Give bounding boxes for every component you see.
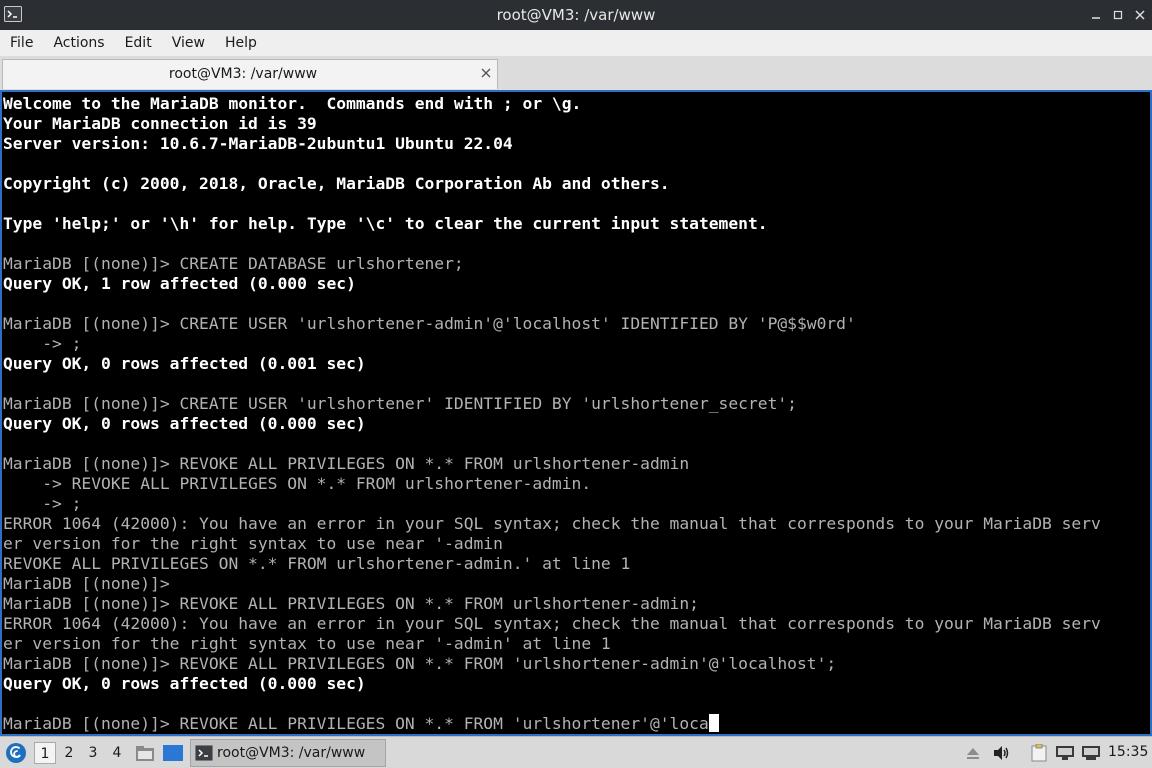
close-icon[interactable]: [479, 66, 493, 80]
taskbar-task-terminal[interactable]: root@VM3: /var/www: [190, 739, 386, 767]
terminal-line-text: MariaDB [(none)]> REVOKE ALL PRIVILEGES …: [3, 594, 699, 613]
terminal-line-text: MariaDB [(none)]> CREATE USER 'urlshorte…: [3, 314, 856, 333]
terminal-line-text: Server version: 10.6.7-MariaDB-2ubuntu1 …: [3, 134, 513, 153]
terminal-line-text: REVOKE ALL PRIVILEGES ON *.* FROM urlsho…: [3, 554, 631, 573]
minimize-icon[interactable]: [1088, 7, 1104, 23]
terminal-line: ERROR 1064 (42000): You have an error in…: [3, 514, 1143, 534]
terminal-line-text: Welcome to the MariaDB monitor. Commands…: [3, 94, 582, 113]
close-icon[interactable]: [1132, 7, 1148, 23]
terminal-icon: [195, 745, 213, 761]
file-manager-icon[interactable]: [134, 742, 156, 764]
clipboard-icon[interactable]: [1028, 742, 1050, 764]
menu-actions[interactable]: Actions: [43, 30, 114, 56]
clock[interactable]: 15:35: [1108, 737, 1148, 768]
monitor-icon[interactable]: [1080, 742, 1102, 764]
terminal-line-text: -> ;: [3, 334, 82, 353]
terminal-line: MariaDB [(none)]> REVOKE ALL PRIVILEGES …: [3, 654, 1143, 674]
menu-view[interactable]: View: [162, 30, 215, 56]
terminal-line-text: -> ;: [3, 494, 82, 513]
terminal-line-text: Your MariaDB connection id is 39: [3, 114, 317, 133]
terminal-line-text: er version for the right syntax to use n…: [3, 634, 611, 653]
terminal-line: -> ;: [3, 334, 1143, 354]
workspace-label: 3: [88, 745, 98, 761]
terminal-line: MariaDB [(none)]> CREATE DATABASE urlsho…: [3, 254, 1143, 274]
network-icon[interactable]: [1054, 742, 1076, 764]
terminal-line: Welcome to the MariaDB monitor. Commands…: [3, 94, 1143, 114]
terminal-line-text: Type 'help;' or '\h' for help. Type '\c'…: [3, 214, 768, 233]
window-titlebar[interactable]: root@VM3: /var/www: [0, 0, 1152, 30]
taskbar: 1 2 3 4 root@VM3: /var/www 15:35: [0, 736, 1152, 768]
terminal-line-text: -> REVOKE ALL PRIVILEGES ON *.* FROM url…: [3, 474, 592, 493]
terminal-line: REVOKE ALL PRIVILEGES ON *.* FROM urlsho…: [3, 554, 1143, 574]
workspace-label: 4: [112, 745, 122, 761]
menu-help[interactable]: Help: [215, 30, 267, 56]
terminal-line: MariaDB [(none)]>: [3, 574, 1143, 594]
desktop: root@VM3: /var/www File Actions Edit Vie…: [0, 0, 1152, 768]
terminal-line-text: er version for the right syntax to use n…: [3, 534, 503, 553]
workspace-label: 2: [64, 745, 74, 761]
window-title: root@VM3: /var/www: [496, 6, 656, 24]
terminal-line-text: ERROR 1064 (42000): You have an error in…: [3, 514, 1101, 533]
terminal-line-text: Query OK, 0 rows affected (0.000 sec): [3, 414, 366, 433]
show-desktop-icon[interactable]: [162, 742, 184, 764]
workspace-label: 1: [40, 746, 50, 762]
workspace-3-button[interactable]: 3: [82, 742, 104, 764]
debian-swirl-icon[interactable]: [4, 741, 28, 765]
terminal-line-text: ERROR 1064 (42000): You have an error in…: [3, 614, 1101, 633]
text-cursor: [708, 714, 719, 732]
terminal-line: MariaDB [(none)]> CREATE USER 'urlshorte…: [3, 314, 1143, 334]
terminal-line: Query OK, 0 rows affected (0.001 sec): [3, 354, 1143, 374]
menu-bar: File Actions Edit View Help: [0, 30, 1152, 56]
tab-bar: root@VM3: /var/www: [0, 56, 1152, 90]
terminal-line-text: MariaDB [(none)]> REVOKE ALL PRIVILEGES …: [3, 454, 690, 473]
terminal-line: Your MariaDB connection id is 39: [3, 114, 1143, 134]
terminal-line: Server version: 10.6.7-MariaDB-2ubuntu1 …: [3, 134, 1143, 154]
terminal-line: er version for the right syntax to use n…: [3, 534, 1143, 554]
terminal-line-text: Query OK, 0 rows affected (0.001 sec): [3, 354, 366, 373]
terminal-line: MariaDB [(none)]> CREATE USER 'urlshorte…: [3, 394, 1143, 414]
terminal-line: -> REVOKE ALL PRIVILEGES ON *.* FROM url…: [3, 474, 1143, 494]
terminal-line-text: MariaDB [(none)]> CREATE USER 'urlshorte…: [3, 394, 797, 413]
terminal-line-text: MariaDB [(none)]> REVOKE ALL PRIVILEGES …: [3, 714, 709, 733]
terminal-line: ERROR 1064 (42000): You have an error in…: [3, 614, 1143, 634]
tab-label: root@VM3: /var/www: [168, 66, 318, 82]
terminal-line-text: MariaDB [(none)]> CREATE DATABASE urlsho…: [3, 254, 464, 273]
eject-icon[interactable]: [962, 742, 984, 764]
terminal-line: MariaDB [(none)]> REVOKE ALL PRIVILEGES …: [3, 454, 1143, 474]
terminal-output: Welcome to the MariaDB monitor. Commands…: [3, 94, 1143, 734]
terminal-line-text: MariaDB [(none)]>: [3, 574, 170, 593]
maximize-icon[interactable]: [1110, 7, 1126, 23]
workspace-1-button[interactable]: 1: [34, 742, 56, 764]
workspace-4-button[interactable]: 4: [106, 742, 128, 764]
terminal-line-text: MariaDB [(none)]> REVOKE ALL PRIVILEGES …: [3, 654, 837, 673]
task-label: root@VM3: /var/www: [217, 745, 366, 761]
menu-edit[interactable]: Edit: [115, 30, 162, 56]
volume-icon[interactable]: [990, 742, 1012, 764]
tab-terminal[interactable]: root@VM3: /var/www: [2, 59, 498, 89]
terminal-line: MariaDB [(none)]> REVOKE ALL PRIVILEGES …: [3, 594, 1143, 614]
terminal-line: MariaDB [(none)]> REVOKE ALL PRIVILEGES …: [3, 714, 1143, 734]
terminal-line: Copyright (c) 2000, 2018, Oracle, MariaD…: [3, 174, 1143, 194]
terminal-line: -> ;: [3, 494, 1143, 514]
terminal-line: Query OK, 0 rows affected (0.000 sec): [3, 414, 1143, 434]
workspace-2-button[interactable]: 2: [58, 742, 80, 764]
terminal-line: Query OK, 0 rows affected (0.000 sec): [3, 674, 1143, 694]
terminal-line: Type 'help;' or '\h' for help. Type '\c'…: [3, 214, 1143, 234]
terminal-line: er version for the right syntax to use n…: [3, 634, 1143, 654]
menu-file[interactable]: File: [0, 30, 43, 56]
terminal-line-text: Query OK, 0 rows affected (0.000 sec): [3, 674, 366, 693]
terminal-line-text: Query OK, 1 row affected (0.000 sec): [3, 274, 356, 293]
terminal-line: Query OK, 1 row affected (0.000 sec): [3, 274, 1143, 294]
terminal-line-text: Copyright (c) 2000, 2018, Oracle, MariaD…: [3, 174, 670, 193]
terminal-view[interactable]: Welcome to the MariaDB monitor. Commands…: [0, 90, 1152, 736]
